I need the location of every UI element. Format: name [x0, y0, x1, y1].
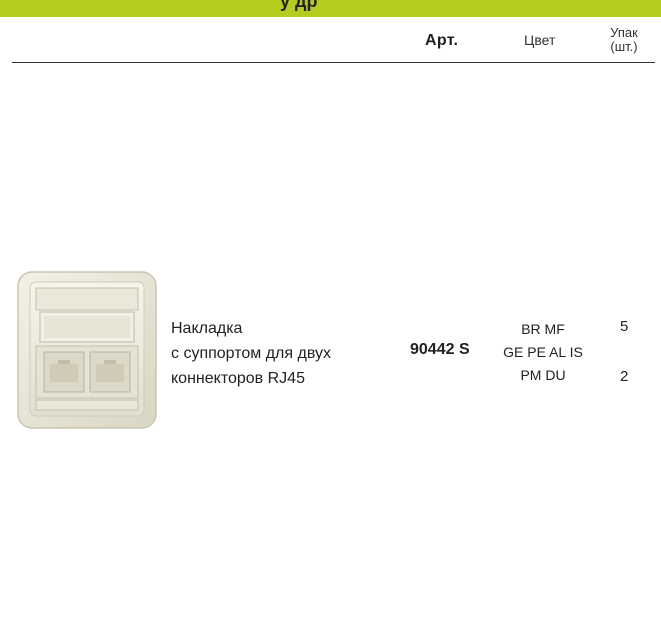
product-description: Накладка с суппортом для двух коннекторо…	[171, 316, 331, 391]
pack-quantity: 5	[620, 318, 629, 335]
header-divider	[12, 62, 655, 63]
color-line: GE PE AL IS	[503, 344, 583, 360]
description-line: коннекторов RJ45	[171, 370, 305, 387]
article-column-header: Арт.	[425, 32, 459, 49]
color-line: PM DU	[520, 367, 566, 383]
article-number: 90442 S	[410, 341, 470, 358]
color-codes: BR MF GE PE AL IS PM DU	[498, 318, 588, 387]
section-title: у др	[280, 0, 318, 11]
table-header: Арт. Цвет Упак (шт.)	[0, 17, 661, 63]
top-color-band: у др	[0, 0, 661, 17]
color-line: BR MF	[521, 321, 565, 337]
pack-quantity: 2	[620, 368, 629, 385]
rj45-socket-cover-image	[17, 271, 157, 429]
description-line: с суппортом для двух	[171, 345, 331, 362]
color-column-header: Цвет	[524, 32, 556, 48]
pack-column-header: Упак (шт.)	[610, 25, 638, 54]
description-line: Накладка	[171, 320, 243, 337]
